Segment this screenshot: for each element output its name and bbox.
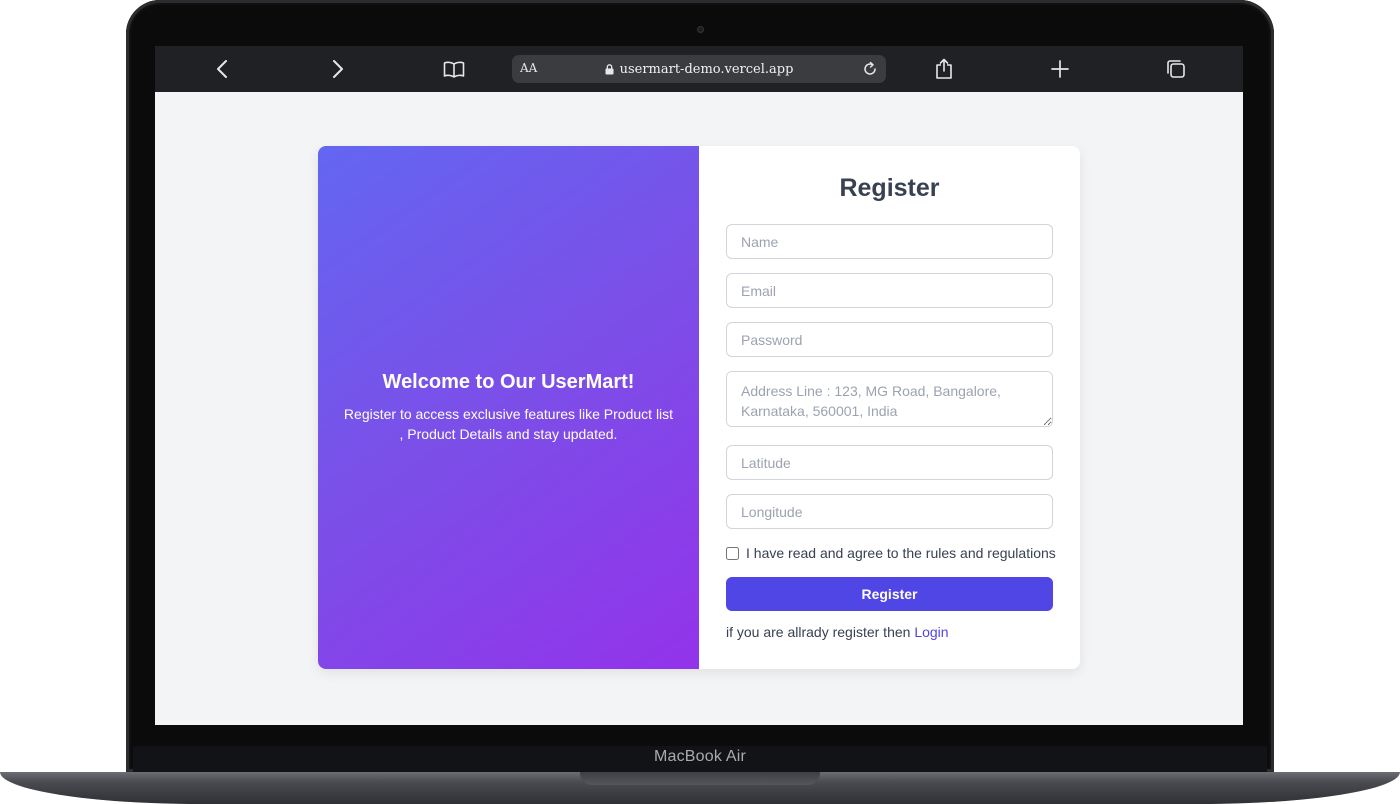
new-tab-icon[interactable] (1047, 56, 1073, 82)
welcome-panel: Welcome to Our UserMart! Register to acc… (318, 146, 699, 669)
register-button[interactable]: Register (726, 577, 1053, 611)
form-title: Register (839, 174, 940, 202)
back-icon[interactable] (209, 56, 235, 82)
lock-icon (605, 63, 614, 75)
welcome-subtitle: Register to access exclusive features li… (343, 406, 674, 442)
longitude-input[interactable] (726, 494, 1053, 529)
forward-icon[interactable] (325, 56, 351, 82)
url-display: usermart-demo.vercel.app (512, 55, 886, 83)
agree-label: I have read and agree to the rules and r… (746, 545, 1056, 561)
laptop-notch (580, 772, 820, 785)
address-input[interactable] (726, 371, 1053, 427)
email-input[interactable] (726, 273, 1053, 308)
register-card: Welcome to Our UserMart! Register to acc… (318, 146, 1080, 669)
url-text: usermart-demo.vercel.app (619, 61, 794, 77)
login-link[interactable]: Login (914, 624, 948, 640)
register-form: Register I have read and agree to the ru… (699, 146, 1080, 669)
login-prompt: if you are allrady register then Login (726, 624, 949, 640)
address-bar[interactable]: AA usermart-demo.vercel.app (512, 55, 886, 83)
share-icon[interactable] (931, 56, 957, 82)
device-label: MacBook Air (653, 748, 746, 765)
browser-toolbar: AA usermart-demo.vercel.app (155, 46, 1243, 92)
bookmarks-icon[interactable] (441, 56, 467, 82)
name-input[interactable] (726, 224, 1053, 259)
reload-icon[interactable] (858, 57, 882, 81)
tabs-icon[interactable] (1163, 56, 1189, 82)
camera (697, 26, 704, 33)
agree-row[interactable]: I have read and agree to the rules and r… (726, 545, 1056, 561)
agree-checkbox[interactable] (726, 546, 739, 560)
browser-window: AA usermart-demo.vercel.app Welcome to O… (155, 46, 1243, 725)
welcome-title: Welcome to Our UserMart! (382, 371, 635, 393)
latitude-input[interactable] (726, 445, 1053, 480)
password-input[interactable] (726, 322, 1053, 357)
login-prompt-text: if you are allrady register then (726, 624, 911, 640)
